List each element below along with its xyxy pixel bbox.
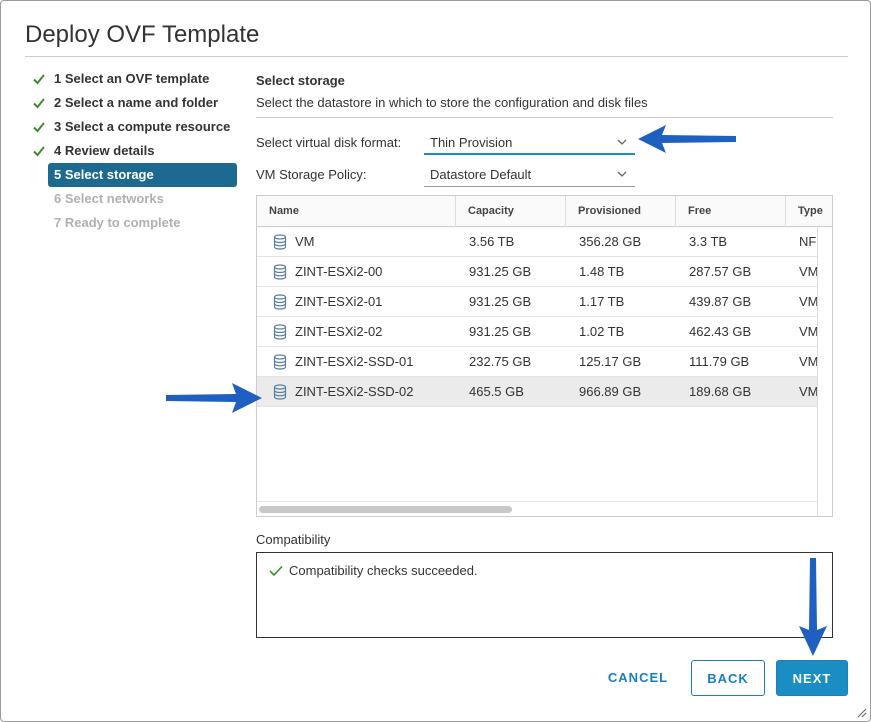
section-description: Select the datastore in which to store t… bbox=[256, 95, 648, 110]
resize-grip-icon[interactable] bbox=[857, 708, 867, 718]
cell-provisioned: 125.17 GB bbox=[579, 354, 642, 369]
cell-name: ZINT-ESXi2-00 bbox=[295, 264, 383, 279]
cell-capacity: 931.25 GB bbox=[469, 324, 532, 339]
step-select-storage[interactable]: 5 Select storage bbox=[48, 163, 237, 187]
annotation-arrow-right-icon bbox=[166, 383, 262, 413]
annotation-arrow-down-icon bbox=[799, 558, 827, 656]
column-header-type[interactable]: Type bbox=[786, 196, 832, 227]
cell-capacity: 232.75 GB bbox=[469, 354, 532, 369]
cell-type: VMFS bbox=[799, 264, 819, 279]
cell-capacity: 3.56 TB bbox=[469, 234, 515, 249]
database-icon bbox=[273, 324, 287, 340]
database-icon bbox=[273, 264, 287, 280]
cell-capacity: 931.25 GB bbox=[469, 264, 532, 279]
database-icon bbox=[273, 294, 287, 310]
cell-type: VMFS bbox=[799, 294, 819, 309]
cell-name: ZINT-ESXi2-01 bbox=[295, 294, 383, 309]
chevron-down-icon bbox=[617, 171, 627, 177]
table-row[interactable]: ZINT-ESXi2-SSD-01 232.75 GB 125.17 GB 11… bbox=[257, 347, 819, 377]
checkmark-icon bbox=[269, 565, 283, 577]
step-label: 6 Select networks bbox=[54, 191, 164, 206]
wizard-steps: 1 Select an OVF template 2 Select a name… bbox=[31, 67, 241, 235]
cell-capacity: 465.5 GB bbox=[469, 384, 524, 399]
cell-capacity: 931.25 GB bbox=[469, 294, 532, 309]
checkmark-icon bbox=[33, 146, 45, 157]
disk-format-select[interactable]: Thin Provision bbox=[424, 131, 635, 155]
compatibility-box: Compatibility checks succeeded. bbox=[256, 552, 833, 638]
step-label: 5 Select storage bbox=[54, 167, 154, 182]
table-row[interactable]: ZINT-ESXi2-00 931.25 GB 1.48 TB 287.57 G… bbox=[257, 257, 819, 287]
database-icon bbox=[273, 234, 287, 250]
cell-provisioned: 1.17 TB bbox=[579, 294, 625, 309]
table-row[interactable]: ZINT-ESXi2-02 931.25 GB 1.02 TB 462.43 G… bbox=[257, 317, 819, 347]
cancel-button[interactable]: CANCEL bbox=[597, 660, 679, 696]
table-row[interactable]: VM 3.56 TB 356.28 GB 3.3 TB NFS bbox=[257, 227, 819, 257]
cell-type: VMFS bbox=[799, 384, 819, 399]
step-ready-to-complete: 7 Ready to complete bbox=[31, 211, 241, 235]
section-divider bbox=[256, 117, 833, 118]
cell-provisioned: 966.89 GB bbox=[579, 384, 642, 399]
step-label: 7 Ready to complete bbox=[54, 215, 181, 230]
cell-free: 287.57 GB bbox=[689, 264, 752, 279]
step-select-name-folder[interactable]: 2 Select a name and folder bbox=[31, 91, 241, 115]
step-label: 4 Review details bbox=[54, 143, 155, 158]
step-select-compute-resource[interactable]: 3 Select a compute resource bbox=[31, 115, 241, 139]
cell-name: ZINT-ESXi2-SSD-01 bbox=[295, 354, 414, 369]
annotation-arrow-left-icon bbox=[638, 125, 736, 153]
cell-free: 111.79 GB bbox=[689, 354, 750, 369]
table-row[interactable]: ZINT-ESXi2-01 931.25 GB 1.17 TB 439.87 G… bbox=[257, 287, 819, 317]
vertical-scrollbar[interactable] bbox=[817, 227, 832, 516]
compatibility-label: Compatibility bbox=[256, 532, 331, 547]
storage-policy-select[interactable]: Datastore Default bbox=[424, 163, 635, 187]
step-select-ovf-template[interactable]: 1 Select an OVF template bbox=[31, 67, 241, 91]
step-review-details[interactable]: 4 Review details bbox=[31, 139, 241, 163]
step-select-networks: 6 Select networks bbox=[31, 187, 241, 211]
disk-format-label: Select virtual disk format: bbox=[256, 135, 402, 150]
checkmark-icon bbox=[33, 98, 45, 109]
back-button[interactable]: BACK bbox=[691, 660, 765, 696]
database-icon bbox=[273, 354, 287, 370]
deploy-ovf-dialog: Deploy OVF Template 1 Select an OVF temp… bbox=[0, 0, 871, 722]
column-header-capacity[interactable]: Capacity bbox=[456, 196, 566, 227]
dialog-title: Deploy OVF Template bbox=[25, 21, 260, 48]
cell-provisioned: 1.02 TB bbox=[579, 324, 625, 339]
cell-provisioned: 356.28 GB bbox=[579, 234, 642, 249]
column-header-free[interactable]: Free bbox=[676, 196, 786, 227]
chevron-down-icon bbox=[617, 139, 627, 145]
column-header-provisioned[interactable]: Provisioned bbox=[566, 196, 676, 227]
table-body: VM 3.56 TB 356.28 GB 3.3 TB NFS ZINT-ESX… bbox=[257, 227, 819, 407]
step-label: 3 Select a compute resource bbox=[54, 119, 231, 134]
checkmark-icon bbox=[33, 74, 45, 85]
cell-type: VMFS bbox=[799, 354, 819, 369]
cell-name: VM bbox=[295, 234, 315, 249]
datastore-table: Name Capacity Provisioned Free Type VM 3… bbox=[256, 195, 833, 517]
section-title: Select storage bbox=[256, 73, 345, 88]
cell-name: ZINT-ESXi2-SSD-02 bbox=[295, 384, 414, 399]
column-header-name[interactable]: Name bbox=[257, 196, 456, 227]
title-divider bbox=[25, 56, 848, 57]
horizontal-scrollbar[interactable] bbox=[257, 501, 817, 516]
disk-format-value: Thin Provision bbox=[430, 135, 513, 150]
database-icon bbox=[273, 384, 287, 400]
cell-free: 3.3 TB bbox=[689, 234, 728, 249]
compatibility-message: Compatibility checks succeeded. bbox=[289, 563, 478, 578]
table-row-selected[interactable]: ZINT-ESXi2-SSD-02 465.5 GB 966.89 GB 189… bbox=[257, 377, 819, 407]
cell-provisioned: 1.48 TB bbox=[579, 264, 625, 279]
storage-policy-value: Datastore Default bbox=[430, 167, 532, 182]
next-button[interactable]: NEXT bbox=[776, 660, 848, 696]
cell-type: NFS bbox=[799, 234, 819, 249]
cell-type: VMFS bbox=[799, 324, 819, 339]
table-header: Name Capacity Provisioned Free Type bbox=[257, 196, 832, 227]
step-label: 1 Select an OVF template bbox=[54, 71, 210, 86]
cell-free: 189.68 GB bbox=[689, 384, 752, 399]
scrollbar-thumb[interactable] bbox=[259, 506, 512, 513]
cell-free: 462.43 GB bbox=[689, 324, 752, 339]
cell-free: 439.87 GB bbox=[689, 294, 752, 309]
checkmark-icon bbox=[33, 122, 45, 133]
step-label: 2 Select a name and folder bbox=[54, 95, 219, 110]
cell-name: ZINT-ESXi2-02 bbox=[295, 324, 383, 339]
storage-policy-label: VM Storage Policy: bbox=[256, 167, 367, 182]
